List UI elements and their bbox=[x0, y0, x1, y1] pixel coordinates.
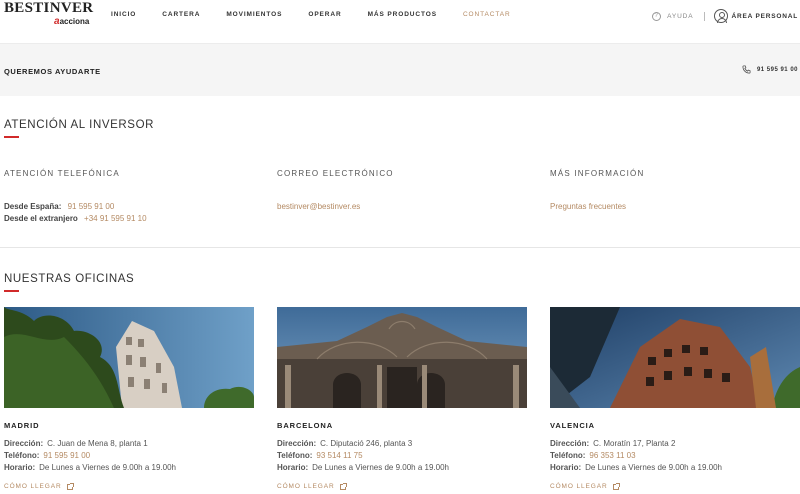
investor-title-underline bbox=[4, 136, 19, 138]
external-link-icon bbox=[339, 482, 347, 490]
offices-section-title: NUESTRAS OFICINAS bbox=[4, 273, 135, 285]
office-address: C. Juan de Mena 8, planta 1 bbox=[47, 439, 148, 448]
office-hours: De Lunes a Viernes de 9.00h a 19.00h bbox=[39, 463, 176, 472]
office-hours-row: Horario: De Lunes a Viernes de 9.00h a 19… bbox=[4, 462, 254, 474]
phone-label: Teléfono: bbox=[277, 451, 313, 460]
email-heading: CORREO ELECTRÓNICO bbox=[277, 169, 394, 178]
external-link-icon bbox=[66, 482, 74, 490]
bestinver-logo[interactable]: BESTINVER aacciona bbox=[4, 0, 94, 29]
help-label: AYUDA bbox=[667, 12, 694, 20]
user-icon bbox=[713, 9, 728, 23]
office-address-row: Dirección: C. Moratín 17, Planta 2 bbox=[550, 438, 800, 450]
band-phone-number: 91 595 91 00 bbox=[756, 66, 798, 73]
directions-label: CÓMO LLEGAR bbox=[550, 483, 608, 490]
office-phone-row: Teléfono: 93 514 11 75 bbox=[277, 450, 527, 462]
office-phone-row: Teléfono: 96 353 11 03 bbox=[550, 450, 800, 462]
phone-support-heading: ATENCIÓN TELEFÓNICA bbox=[4, 169, 120, 178]
phone-spain-link[interactable]: 91 595 91 00 bbox=[68, 202, 115, 211]
valencia-office-photo bbox=[550, 307, 800, 408]
office-address: C. Moratín 17, Planta 2 bbox=[593, 439, 676, 448]
directions-label: CÓMO LLEGAR bbox=[277, 483, 335, 490]
barcelona-office-photo bbox=[277, 307, 527, 408]
offices-title-underline bbox=[4, 290, 19, 292]
office-address: C. Diputació 246, planta 3 bbox=[320, 439, 413, 448]
acciona-logo: aacciona bbox=[54, 17, 89, 27]
office-hours: De Lunes a Viernes de 9.00h a 19.00h bbox=[585, 463, 722, 472]
directions-link-valencia[interactable]: CÓMO LLEGAR bbox=[550, 482, 800, 490]
directions-link-barcelona[interactable]: CÓMO LLEGAR bbox=[277, 482, 527, 490]
phone-abroad-row: Desde el extranjero +34 91 595 91 10 bbox=[4, 213, 254, 225]
office-city: VALENCIA bbox=[550, 421, 595, 430]
help-link[interactable]: ? AYUDA bbox=[652, 11, 694, 21]
office-card-barcelona: BARCELONA Dirección: C. Diputació 246, pl… bbox=[277, 307, 527, 490]
personal-area-link[interactable]: ÁREA PERSONAL bbox=[713, 9, 799, 23]
nav-inicio[interactable]: INICIO bbox=[111, 11, 136, 19]
band-phone-link[interactable]: 91 595 91 00 bbox=[742, 65, 798, 74]
phone-support-column: ATENCIÓN TELEFÓNICA Desde España: 91 595… bbox=[4, 169, 254, 225]
office-phone-row: Teléfono: 91 595 91 00 bbox=[4, 450, 254, 462]
office-hours-row: Horario: De Lunes a Viernes de 9.00h a 19… bbox=[277, 462, 527, 474]
hours-label: Horario: bbox=[4, 463, 36, 472]
office-hours: De Lunes a Viernes de 9.00h a 19.00h bbox=[312, 463, 449, 472]
office-phone-link[interactable]: 96 353 11 03 bbox=[589, 451, 635, 460]
email-column: CORREO ELECTRÓNICO bestinver@bestinver.e… bbox=[277, 169, 527, 213]
office-phone-link[interactable]: 93 514 11 75 bbox=[316, 451, 362, 460]
office-city: MADRID bbox=[4, 421, 40, 430]
nav-movimientos[interactable]: MOVIMIENTOS bbox=[226, 11, 282, 19]
office-city: BARCELONA bbox=[277, 421, 334, 430]
office-card-valencia: VALENCIA Dirección: C. Moratín 17, Planta… bbox=[550, 307, 800, 490]
office-address-row: Dirección: C. Juan de Mena 8, planta 1 bbox=[4, 438, 254, 450]
band-title: QUEREMOS AYUDARTE bbox=[4, 67, 101, 76]
directions-label: CÓMO LLEGAR bbox=[4, 483, 62, 490]
phone-abroad-link[interactable]: +34 91 595 91 10 bbox=[84, 214, 147, 223]
phone-icon bbox=[742, 65, 751, 74]
address-label: Dirección: bbox=[550, 439, 590, 448]
header-separator bbox=[703, 11, 705, 21]
address-label: Dirección: bbox=[277, 439, 317, 448]
main-nav: INICIO CARTERA MOVIMIENTOS OPERAR MÁS PR… bbox=[111, 11, 537, 19]
phone-abroad-label: Desde el extranjero bbox=[4, 214, 78, 223]
office-address-row: Dirección: C. Diputació 246, planta 3 bbox=[277, 438, 527, 450]
madrid-office-photo bbox=[4, 307, 254, 408]
phone-label: Teléfono: bbox=[4, 451, 40, 460]
hours-label: Horario: bbox=[550, 463, 582, 472]
help-icon: ? bbox=[652, 11, 662, 21]
help-band: QUEREMOS AYUDARTE 91 595 91 00 bbox=[0, 44, 800, 96]
directions-link-madrid[interactable]: CÓMO LLEGAR bbox=[4, 482, 254, 490]
section-divider bbox=[0, 247, 800, 248]
more-info-heading: MÁS INFORMACIÓN bbox=[550, 169, 645, 178]
external-link-icon bbox=[612, 482, 620, 490]
address-label: Dirección: bbox=[4, 439, 44, 448]
personal-area-label: ÁREA PERSONAL bbox=[731, 12, 798, 20]
phone-spain-row: Desde España: 91 595 91 00 bbox=[4, 201, 254, 213]
nav-operar[interactable]: OPERAR bbox=[308, 11, 341, 19]
phone-label: Teléfono: bbox=[550, 451, 586, 460]
nav-cartera[interactable]: CARTERA bbox=[162, 11, 200, 19]
email-link[interactable]: bestinver@bestinver.es bbox=[277, 201, 527, 213]
office-phone-link[interactable]: 91 595 91 00 bbox=[43, 451, 90, 460]
header-tools: ? AYUDA ÁREA PERSONAL bbox=[652, 8, 798, 24]
faq-link[interactable]: Preguntas frecuentes bbox=[550, 201, 800, 213]
office-hours-row: Horario: De Lunes a Viernes de 9.00h a 19… bbox=[550, 462, 800, 474]
acciona-wordmark: acciona bbox=[59, 17, 90, 26]
nav-contactar[interactable]: CONTACTAR bbox=[463, 11, 511, 19]
phone-spain-label: Desde España: bbox=[4, 202, 62, 211]
investor-section-title: ATENCIÓN AL INVERSOR bbox=[4, 119, 155, 131]
nav-mas-productos[interactable]: MÁS PRODUCTOS bbox=[368, 11, 437, 19]
office-card-madrid: MADRID Dirección: C. Juan de Mena 8, plan… bbox=[4, 307, 254, 490]
more-info-column: MÁS INFORMACIÓN Preguntas frecuentes bbox=[550, 169, 800, 213]
logo-wordmark: BESTINVER bbox=[4, 0, 94, 16]
hours-label: Horario: bbox=[277, 463, 309, 472]
site-header: BESTINVER aacciona INICIO CARTERA MOVIMI… bbox=[0, 0, 800, 44]
